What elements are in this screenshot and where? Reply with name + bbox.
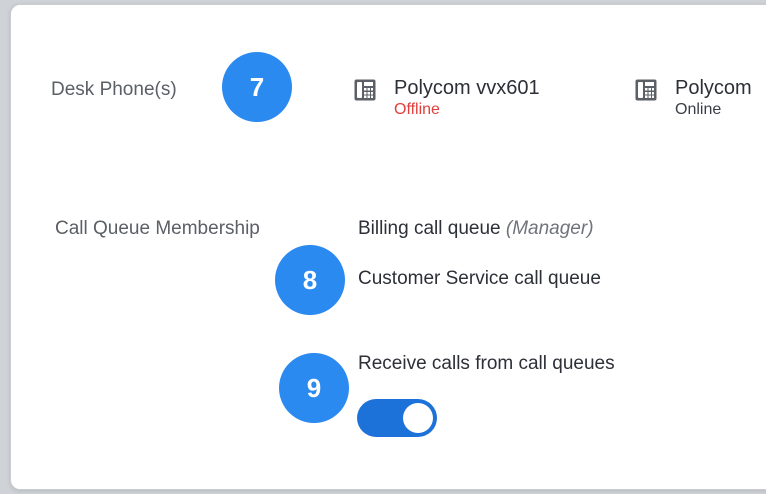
desk-phone-icon [354,79,376,101]
step-badge-7: 7 [222,52,292,122]
desk-phone-name: Polycom vvx601 [394,77,540,99]
call-queue-membership-label: Call Queue Membership [55,218,260,239]
desk-phone-item-1[interactable]: Polycom vvx601 Offline [354,76,540,120]
call-queue-name: Customer Service call queue [358,268,601,289]
desk-phone-name: Polycom [675,77,752,99]
settings-card: Desk Phone(s) 7 Polycom vvx601 Offline P… [10,4,766,490]
desk-phone-status: Online [675,101,722,118]
receive-calls-toggle[interactable] [357,399,437,437]
desk-phone-status: Offline [394,101,440,118]
toggle-knob [403,403,433,433]
desk-phone-item-2[interactable]: Polycom Online [635,76,752,120]
step-badge-8: 8 [275,245,345,315]
desk-phones-label: Desk Phone(s) [51,79,177,100]
call-queue-item-customer-service[interactable]: Customer Service call queue [358,268,601,290]
receive-calls-label: Receive calls from call queues [358,353,615,374]
call-queue-role: (Manager) [505,218,594,239]
call-queue-name: Billing call queue [358,218,501,239]
step-badge-9: 9 [279,353,349,423]
desk-phone-icon [635,79,657,101]
call-queue-item-billing[interactable]: Billing call queue (Manager) [358,218,594,240]
